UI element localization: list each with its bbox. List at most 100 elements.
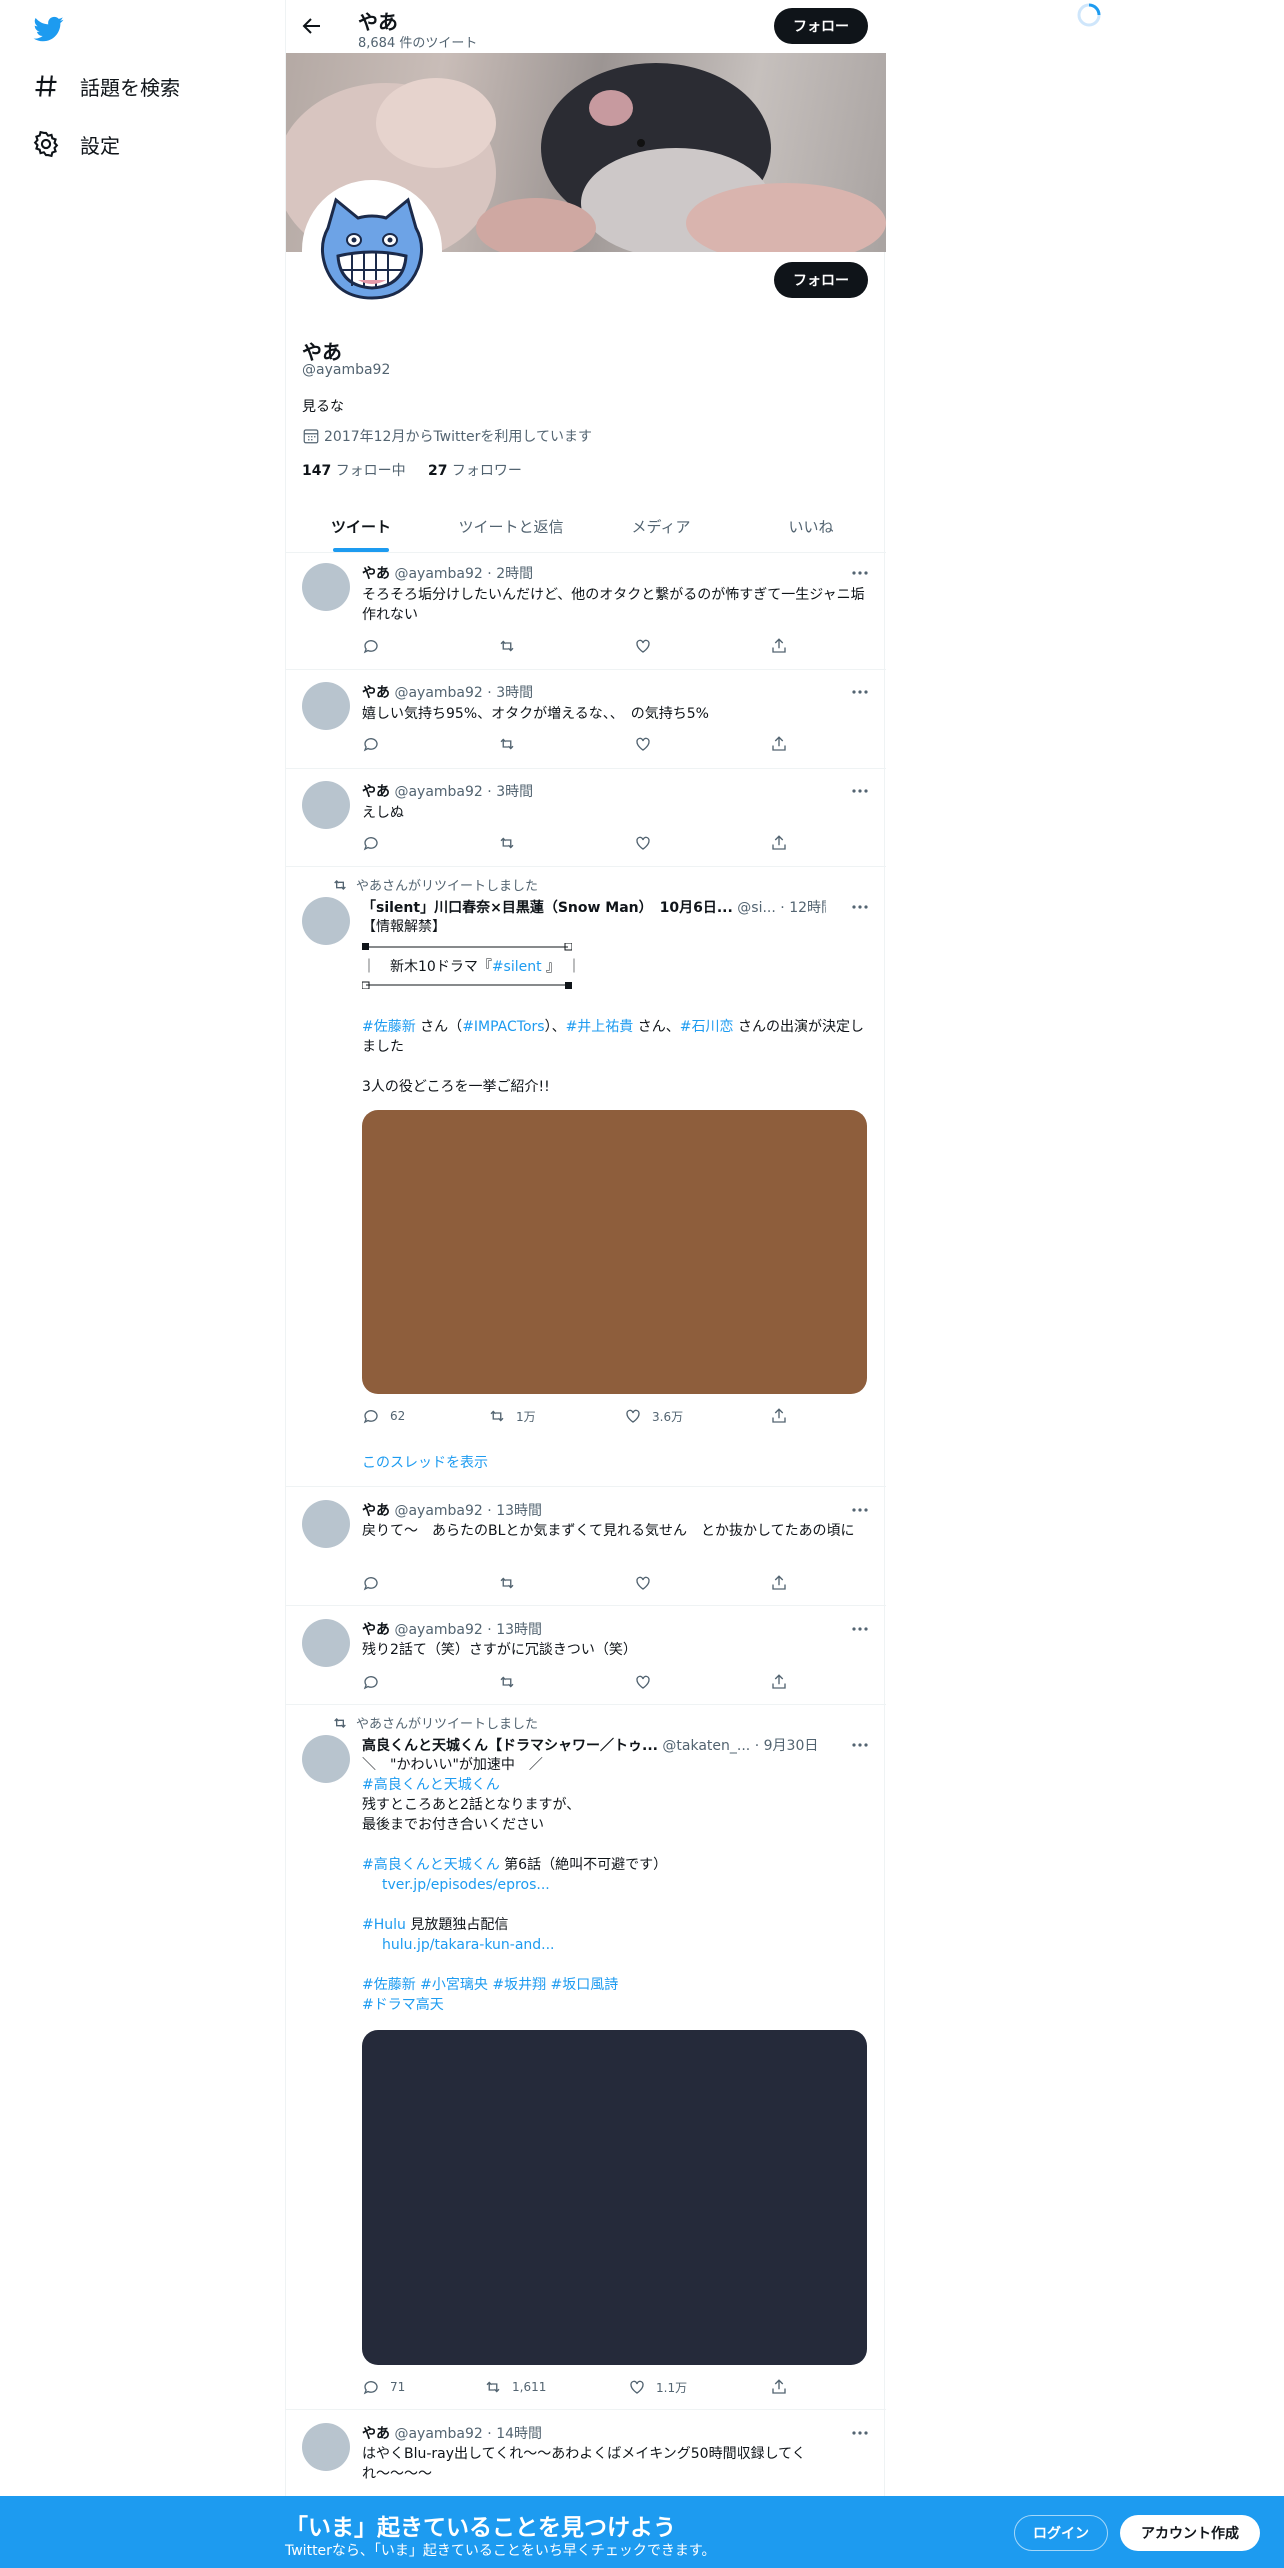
tweet[interactable]: やあ @ayamba92 · 2時間 そろそろ垢分けしたいんだけど、他のオタクと…	[286, 553, 886, 670]
tweet-avatar[interactable]	[302, 563, 350, 611]
signup-button[interactable]: アカウント作成	[1120, 2515, 1260, 2551]
reply-button[interactable]: 71	[362, 2378, 405, 2396]
retweet-button[interactable]: 1,611	[484, 2378, 546, 2396]
tweet-time[interactable]: 3時間	[496, 784, 533, 800]
more-options-icon[interactable]	[850, 897, 870, 917]
tweet-author-name[interactable]: やあ	[362, 784, 390, 800]
share-button[interactable]	[770, 1574, 798, 1592]
more-options-icon[interactable]	[850, 563, 870, 583]
tweet[interactable]: やあ @ayamba92 · 14時間 はやくBlu-ray出してくれ〜〜あわよ…	[286, 2410, 886, 2496]
tweet-author-name[interactable]: やあ	[362, 685, 390, 701]
tweet-time[interactable]: 12時間	[789, 900, 826, 916]
reply-button[interactable]	[362, 637, 390, 655]
more-options-icon[interactable]	[850, 682, 870, 702]
tweet-avatar[interactable]	[302, 897, 350, 945]
nav-settings[interactable]: 設定	[32, 126, 120, 162]
tweet-author-name[interactable]: やあ	[362, 566, 390, 582]
like-button[interactable]	[634, 1574, 662, 1592]
retweet-button[interactable]	[498, 735, 526, 753]
back-arrow-icon[interactable]	[300, 14, 324, 38]
tweet-handle[interactable]: @ayamba92	[394, 1503, 482, 1519]
like-button[interactable]	[634, 735, 662, 753]
like-button[interactable]: 3.6万	[624, 1407, 683, 1425]
hashtag-link[interactable]: #佐藤新	[362, 1019, 416, 1035]
tweet-handle[interactable]: @ayamba92	[394, 2426, 482, 2442]
tab-tweets-and-replies[interactable]: ツイートと返信	[436, 500, 586, 552]
hashtag-link[interactable]: #高良くんと天城くん	[362, 1857, 500, 1873]
nav-explore[interactable]: 話題を検索	[32, 68, 180, 104]
reply-button[interactable]	[362, 1574, 390, 1592]
tweet-handle[interactable]: @ayamba92	[394, 566, 482, 582]
reply-button[interactable]: 62	[362, 1407, 405, 1425]
retweet-label[interactable]: やあさんがリツイートしました	[356, 1713, 538, 1732]
tweet[interactable]: やあさんがリツイートしました 高良くんと天城くん【ドラマシャワー／トゥ... @…	[286, 1705, 886, 2410]
retweet-button[interactable]: 1万	[488, 1407, 536, 1425]
tweet-handle[interactable]: @ayamba92	[394, 784, 482, 800]
profile-avatar[interactable]	[302, 180, 442, 320]
tweet-avatar[interactable]	[302, 1735, 350, 1783]
tweet-time[interactable]: 14時間	[496, 2426, 542, 2442]
tweet[interactable]: やあ @ayamba92 · 13時間 戻りて〜 あらたのBLとか気まずくて見れ…	[286, 1487, 886, 1606]
tweet-author-name[interactable]: 高良くんと天城くん【ドラマシャワー／トゥ...	[362, 1738, 658, 1754]
reply-button[interactable]	[362, 1673, 390, 1691]
like-button[interactable]	[634, 834, 662, 852]
share-button[interactable]	[770, 735, 798, 753]
tweet-author-name[interactable]: やあ	[362, 1503, 390, 1519]
more-options-icon[interactable]	[850, 1619, 870, 1639]
retweet-button[interactable]	[498, 1574, 526, 1592]
tweet-avatar[interactable]	[302, 781, 350, 829]
share-button[interactable]	[770, 1673, 798, 1691]
tweet-time[interactable]: 2時間	[496, 566, 533, 582]
tver-link[interactable]: tver.jp/episodes/epros...	[382, 1875, 870, 1895]
tweet-avatar[interactable]	[302, 2423, 350, 2471]
hashtag-link[interactable]: #ドラマ高天	[362, 1995, 870, 2015]
more-options-icon[interactable]	[850, 2423, 870, 2443]
reply-button[interactable]	[362, 834, 390, 852]
retweet-label[interactable]: やあさんがリツイートしました	[356, 875, 538, 894]
tweet[interactable]: やあさんがリツイートしました 「silent」川口春奈×目黒蓮（Snow Man…	[286, 867, 886, 1487]
hashtag-link[interactable]: #高良くんと天城くん	[362, 1775, 870, 1795]
share-button[interactable]	[770, 2378, 798, 2396]
tweet[interactable]: やあ @ayamba92 · 3時間 嬉しい気持ち95%、オタクが増えるな、、 …	[286, 670, 886, 769]
tweet-media-image[interactable]	[362, 2030, 867, 2365]
more-options-icon[interactable]	[850, 1500, 870, 1520]
hulu-link[interactable]: hulu.jp/takara-kun-and...	[382, 1935, 870, 1955]
tweet-avatar[interactable]	[302, 1619, 350, 1667]
hashtag-link[interactable]: #IMPACTors	[462, 1019, 544, 1035]
tweet-handle[interactable]: @ayamba92	[394, 1622, 482, 1638]
login-button[interactable]: ログイン	[1014, 2515, 1108, 2551]
retweet-button[interactable]	[498, 834, 526, 852]
tweet-avatar[interactable]	[302, 682, 350, 730]
tab-tweets[interactable]: ツイート	[286, 500, 436, 552]
hashtag-link[interactable]: #石川恋	[680, 1019, 734, 1035]
profile-follow-button[interactable]: フォロー	[774, 262, 868, 298]
tweet-handle[interactable]: @takaten_...	[662, 1738, 750, 1754]
following-link[interactable]: 147 フォロー中	[302, 463, 406, 479]
header-follow-button[interactable]: フォロー	[774, 8, 868, 44]
like-button[interactable]	[634, 1673, 662, 1691]
tweet-time[interactable]: 9月30日	[764, 1738, 819, 1754]
hashtag-links[interactable]: #佐藤新 #小宮璃央 #坂井翔 #坂口風詩	[362, 1975, 870, 1995]
tweet-time[interactable]: 13時間	[496, 1503, 542, 1519]
share-button[interactable]	[770, 637, 798, 655]
twitter-logo-icon[interactable]	[32, 14, 66, 44]
tweet[interactable]: やあ @ayamba92 · 3時間 えしぬ	[286, 769, 886, 867]
tab-likes[interactable]: いいね	[736, 500, 886, 552]
hashtag-link[interactable]: #silent	[492, 959, 542, 975]
hashtag-link[interactable]: #Hulu	[362, 1917, 406, 1933]
tweet-handle[interactable]: @ayamba92	[394, 685, 482, 701]
show-thread-link[interactable]: このスレッドを表示	[362, 1452, 488, 1472]
tweet-avatar[interactable]	[302, 1500, 350, 1548]
like-button[interactable]: 1.1万	[628, 2378, 687, 2396]
more-options-icon[interactable]	[850, 781, 870, 801]
tweet-media-image[interactable]	[362, 1110, 867, 1394]
share-button[interactable]	[770, 1407, 798, 1425]
retweet-button[interactable]	[498, 637, 526, 655]
reply-button[interactable]	[362, 735, 390, 753]
tweet-handle[interactable]: @si...	[737, 900, 776, 916]
share-button[interactable]	[770, 834, 798, 852]
followers-link[interactable]: 27 フォロワー	[428, 463, 522, 479]
tweet-time[interactable]: 3時間	[496, 685, 533, 701]
tweet-author-name[interactable]: やあ	[362, 2426, 390, 2442]
retweet-button[interactable]	[498, 1673, 526, 1691]
